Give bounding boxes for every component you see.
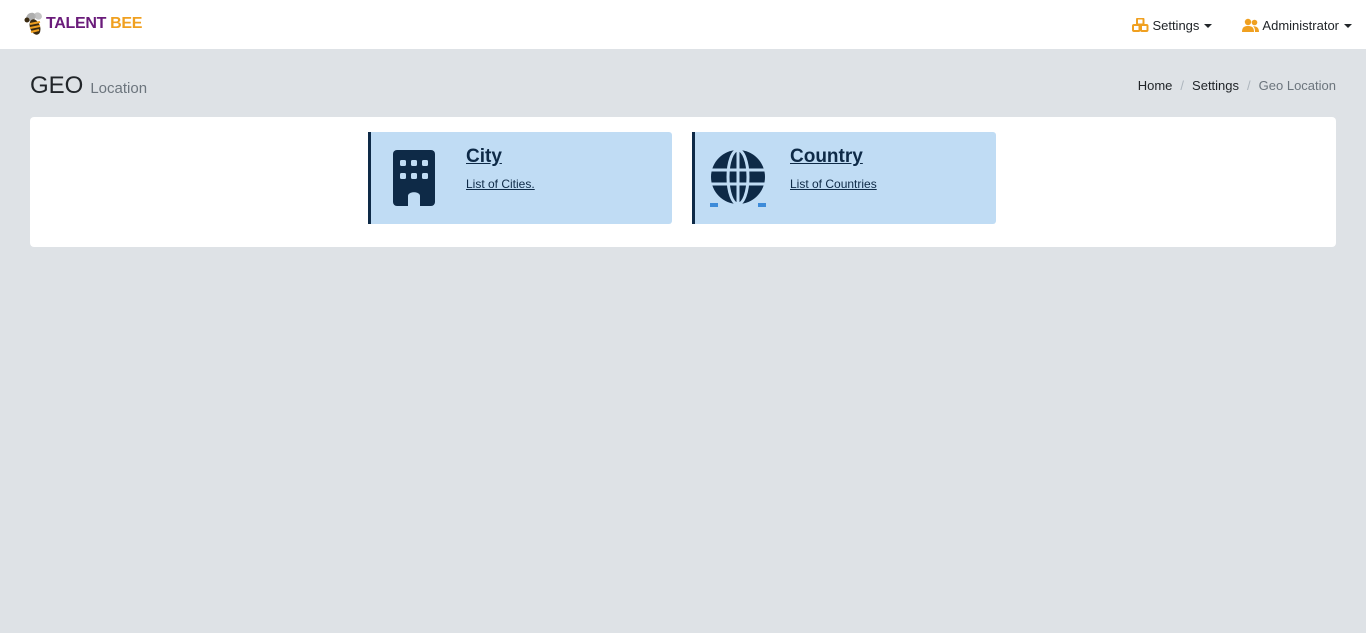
- page-subtitle: Location: [90, 80, 148, 97]
- brand-name: TALENT BEE: [46, 15, 142, 33]
- country-tile[interactable]: Country List of Countries: [692, 132, 996, 224]
- settings-menu-label: Settings: [1152, 17, 1200, 33]
- settings-menu[interactable]: Settings: [1132, 17, 1213, 33]
- bee-logo-icon: [24, 12, 42, 35]
- brand-word-bee: BEE: [110, 15, 143, 32]
- globe-icon: [710, 148, 766, 207]
- breadcrumb-separator: /: [1247, 78, 1251, 93]
- chevron-down-icon: [1204, 23, 1213, 28]
- user-menu-label: Administrator: [1262, 17, 1339, 33]
- navbar-right: Settings Administrator: [1132, 0, 1352, 50]
- city-list-link[interactable]: List of Cities.: [466, 177, 535, 191]
- cubes-icon: [1132, 18, 1149, 32]
- page-title: GEO: [30, 72, 84, 99]
- building-icon: [393, 150, 435, 206]
- breadcrumb-separator: /: [1180, 78, 1185, 93]
- chevron-down-icon: [1344, 23, 1352, 28]
- breadcrumb-home[interactable]: Home: [1138, 78, 1173, 93]
- top-navbar: TALENT BEE Settings Administrator: [0, 0, 1366, 50]
- users-icon: [1242, 18, 1260, 32]
- brand-word-talent: TALENT: [46, 15, 107, 32]
- city-tile[interactable]: City List of Cities.: [368, 132, 672, 224]
- brand-logo[interactable]: TALENT BEE: [22, 9, 142, 39]
- user-menu[interactable]: Administrator: [1242, 18, 1352, 33]
- breadcrumb: Home / Settings / Geo Location: [1138, 78, 1336, 93]
- breadcrumb-settings[interactable]: Settings: [1192, 78, 1239, 93]
- page-header: GEO Location: [30, 72, 147, 100]
- city-tile-title[interactable]: City: [466, 146, 502, 168]
- geo-location-card: City List of Cities. Country List of Cou…: [30, 117, 1336, 247]
- country-list-link[interactable]: List of Countries: [790, 177, 877, 191]
- breadcrumb-geo-location: Geo Location: [1258, 78, 1336, 93]
- country-tile-title[interactable]: Country: [790, 146, 863, 168]
